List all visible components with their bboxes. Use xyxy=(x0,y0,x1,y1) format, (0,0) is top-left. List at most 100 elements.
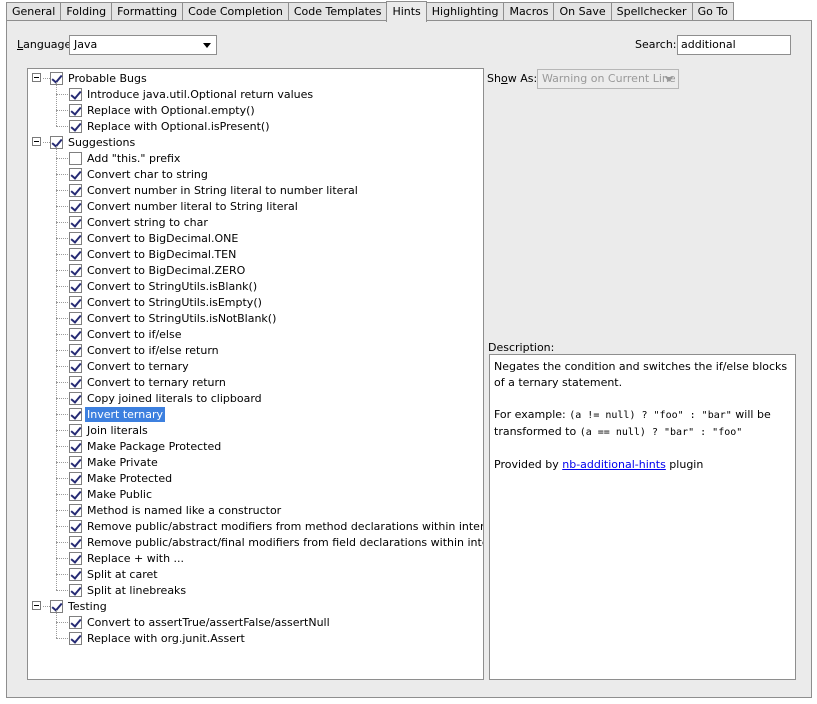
tree-item[interactable]: Convert number literal to String literal xyxy=(69,198,300,214)
hint-checkbox[interactable] xyxy=(69,519,82,533)
hint-label: Convert to BigDecimal.TEN xyxy=(87,247,237,261)
tree-item[interactable]: Convert to assertTrue/assertFalse/assert… xyxy=(69,614,332,630)
hint-checkbox[interactable] xyxy=(69,103,82,117)
tree-item[interactable]: Convert to StringUtils.isEmpty() xyxy=(69,294,264,310)
hint-checkbox[interactable] xyxy=(69,343,82,357)
collapse-icon[interactable] xyxy=(32,601,41,610)
tree-item[interactable]: Convert number in String literal to numb… xyxy=(69,182,360,198)
tree-item[interactable]: Replace with Optional.empty() xyxy=(69,102,257,118)
tree-item[interactable]: Make Protected xyxy=(69,470,174,486)
tab-general[interactable]: General xyxy=(6,2,62,21)
tree-item[interactable]: Replace with Optional.isPresent() xyxy=(69,118,272,134)
tab-highlighting[interactable]: Highlighting xyxy=(425,2,505,21)
tree-item[interactable]: Convert string to char xyxy=(69,214,210,230)
hint-checkbox[interactable] xyxy=(69,503,82,517)
hint-checkbox[interactable] xyxy=(69,167,82,181)
hint-checkbox[interactable] xyxy=(69,327,82,341)
hint-checkbox[interactable] xyxy=(69,487,82,501)
hint-checkbox[interactable] xyxy=(69,615,82,629)
hint-checkbox[interactable] xyxy=(69,247,82,261)
hint-checkbox[interactable] xyxy=(69,631,82,645)
hint-checkbox[interactable] xyxy=(69,551,82,565)
hint-checkbox[interactable] xyxy=(69,231,82,245)
options-tab-bar: General Folding Formatting Code Completion C… xyxy=(6,1,734,22)
hint-label: Convert to StringUtils.isNotBlank() xyxy=(87,311,277,325)
tree-category[interactable]: Testing xyxy=(50,598,109,614)
tree-item[interactable]: Convert to BigDecimal.TEN xyxy=(69,246,238,262)
tree-item[interactable]: Convert to BigDecimal.ZERO xyxy=(69,262,247,278)
hint-checkbox[interactable] xyxy=(69,311,82,325)
tab-code-completion[interactable]: Code Completion xyxy=(182,2,289,21)
hint-checkbox[interactable] xyxy=(69,391,82,405)
hint-checkbox[interactable] xyxy=(69,119,82,133)
tree-category[interactable]: Suggestions xyxy=(50,134,137,150)
tree-item[interactable]: Replace with org.junit.Assert xyxy=(69,630,247,646)
hint-checkbox[interactable] xyxy=(69,471,82,485)
tree-item[interactable]: Join literals xyxy=(69,422,150,438)
tree-item[interactable]: Convert to BigDecimal.ONE xyxy=(69,230,240,246)
hint-label: Split at caret xyxy=(87,567,158,581)
hint-checkbox[interactable] xyxy=(69,535,82,549)
tree-connector xyxy=(56,270,68,271)
hint-checkbox[interactable] xyxy=(69,583,82,597)
tree-connector xyxy=(56,350,68,351)
hint-label: Convert char to string xyxy=(87,167,208,181)
hint-checkbox[interactable] xyxy=(69,439,82,453)
tree-connector xyxy=(56,382,68,383)
tab-macros[interactable]: Macros xyxy=(503,2,555,21)
tree-item[interactable]: Split at caret xyxy=(69,566,160,582)
collapse-icon[interactable] xyxy=(32,73,41,82)
hint-checkbox[interactable] xyxy=(69,263,82,277)
tree-item[interactable]: Convert to if/else xyxy=(69,326,184,342)
tab-folding[interactable]: Folding xyxy=(60,2,113,21)
tree-item[interactable]: Make Private xyxy=(69,454,160,470)
tree-item[interactable]: Make Public xyxy=(69,486,154,502)
tree-item[interactable]: Add "this." prefix xyxy=(69,150,182,166)
hint-checkbox[interactable] xyxy=(69,455,82,469)
tree-item[interactable]: Convert to StringUtils.isBlank() xyxy=(69,278,259,294)
hint-checkbox[interactable] xyxy=(69,295,82,309)
hint-checkbox[interactable] xyxy=(69,375,82,389)
tree-item[interactable]: Introduce java.util.Optional return valu… xyxy=(69,86,315,102)
tab-on-save[interactable]: On Save xyxy=(553,2,612,21)
hint-checkbox[interactable] xyxy=(69,87,82,101)
tree-connector xyxy=(56,590,68,591)
tab-code-templates[interactable]: Code Templates xyxy=(287,2,388,21)
tree-item[interactable]: Copy joined literals to clipboard xyxy=(69,390,264,406)
tree-item[interactable]: Make Package Protected xyxy=(69,438,223,454)
language-dropdown[interactable]: Java xyxy=(69,35,217,55)
hint-checkbox[interactable] xyxy=(69,423,82,437)
hint-label: Convert to ternary return xyxy=(87,375,226,389)
hint-checkbox[interactable] xyxy=(69,183,82,197)
tree-item[interactable]: Method is named like a constructor xyxy=(69,502,283,518)
hint-checkbox[interactable] xyxy=(69,199,82,213)
tree-item[interactable]: Convert to ternary return xyxy=(69,374,228,390)
tree-item[interactable]: Invert ternary xyxy=(69,406,165,422)
tree-item[interactable]: Convert to StringUtils.isNotBlank() xyxy=(69,310,278,326)
description-provider: Provided by nb-additional-hints plugin xyxy=(494,458,704,471)
tree-item[interactable]: Convert to if/else return xyxy=(69,342,221,358)
hint-checkbox[interactable] xyxy=(69,215,82,229)
hint-checkbox[interactable] xyxy=(69,151,82,165)
tree-item[interactable]: Convert to ternary xyxy=(69,358,191,374)
hint-checkbox[interactable] xyxy=(69,279,82,293)
tree-item[interactable]: Remove public/abstract modifiers from me… xyxy=(69,518,483,534)
hint-checkbox[interactable] xyxy=(69,567,82,581)
tree-item[interactable]: Convert char to string xyxy=(69,166,210,182)
tree-item[interactable]: Remove public/abstract/final modifiers f… xyxy=(69,534,483,550)
tab-formatting[interactable]: Formatting xyxy=(111,2,184,21)
tree-category[interactable]: Probable Bugs xyxy=(50,70,149,86)
hint-checkbox[interactable] xyxy=(69,359,82,373)
hint-checkbox[interactable] xyxy=(69,407,82,421)
tree-item[interactable]: Replace + with ... xyxy=(69,550,186,566)
collapse-icon[interactable] xyxy=(32,137,41,146)
hints-tree[interactable]: Probable Bugs Introduce java.util.Optiona… xyxy=(27,68,484,680)
search-input[interactable]: additional xyxy=(677,35,791,55)
plugin-link[interactable]: nb-additional-hints xyxy=(562,458,666,471)
tab-hints[interactable]: Hints xyxy=(386,1,427,22)
tab-go-to[interactable]: Go To xyxy=(691,2,734,21)
tree-item[interactable]: Split at linebreaks xyxy=(69,582,188,598)
tree-connector xyxy=(56,206,68,207)
tab-spellchecker[interactable]: Spellchecker xyxy=(610,2,693,21)
show-as-dropdown[interactable]: Warning on Current Line xyxy=(537,69,679,89)
